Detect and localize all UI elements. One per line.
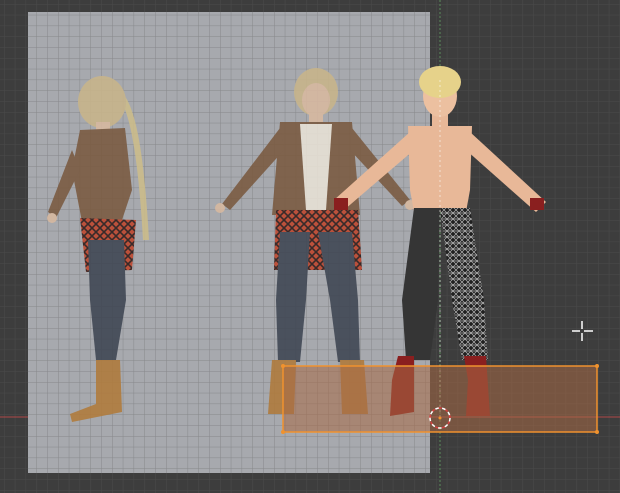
model-right-glove — [530, 198, 544, 210]
viewport-canvas[interactable] — [0, 0, 620, 493]
selection-box[interactable] — [281, 364, 599, 434]
selection-corner-handle[interactable] — [281, 364, 285, 368]
selection-corner-handle[interactable] — [281, 430, 285, 434]
model-torso — [408, 126, 472, 212]
3d-viewport[interactable] — [0, 0, 620, 493]
selection-corner-handle[interactable] — [595, 364, 599, 368]
selection-corner-handle[interactable] — [595, 430, 599, 434]
selection-fill — [283, 366, 597, 432]
model-left-glove — [334, 198, 348, 210]
